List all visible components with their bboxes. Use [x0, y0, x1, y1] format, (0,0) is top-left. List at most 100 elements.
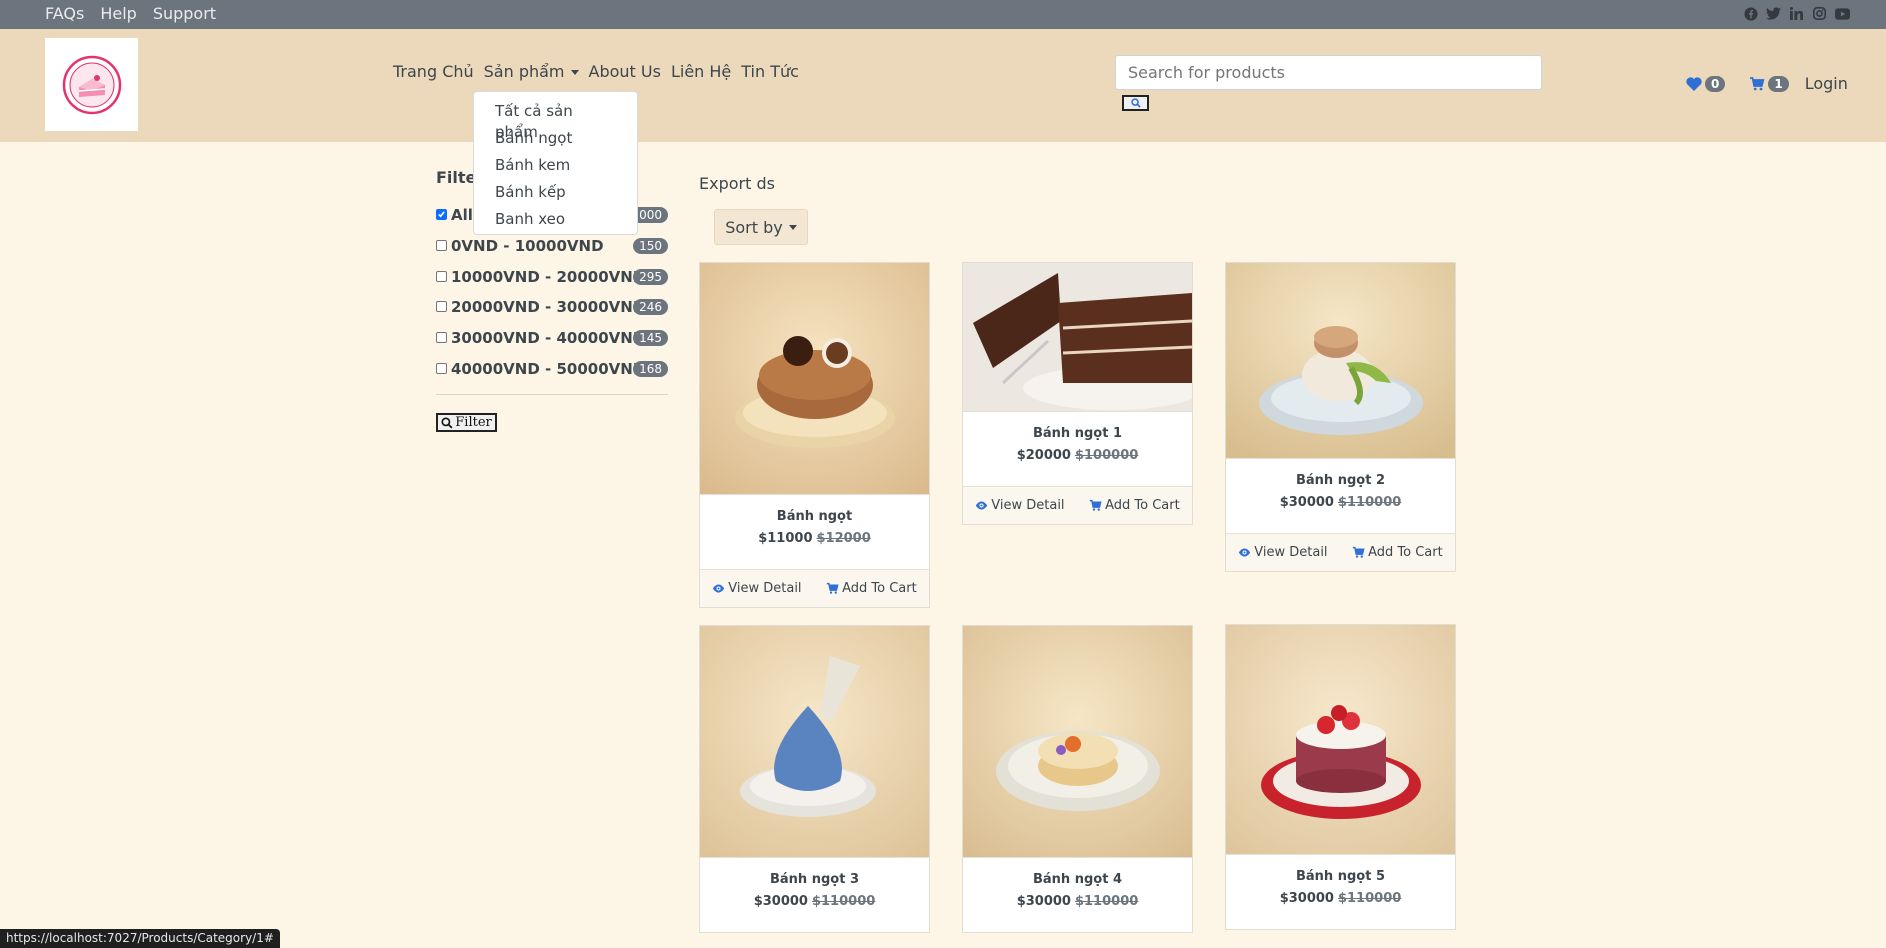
filter-option[interactable]: 40000VND - 50000VND 168: [436, 360, 668, 382]
sort-by-dropdown[interactable]: Sort by: [714, 209, 808, 245]
faqs-link[interactable]: FAQs: [45, 4, 84, 23]
products-dropdown-menu: Tất cả sản phẩm Bánh ngọt Bánh kem Bánh …: [473, 91, 638, 235]
view-detail-button[interactable]: View Detail: [712, 581, 802, 596]
filter-option[interactable]: 10000VND - 20000VND 295: [436, 268, 668, 290]
status-bar-url: https://localhost:7027/Products/Category…: [0, 929, 280, 948]
eye-icon: [975, 499, 988, 512]
view-detail-label: View Detail: [1254, 545, 1328, 560]
product-image[interactable]: [700, 263, 929, 494]
dropdown-item-banh-xeo[interactable]: Banh xeo: [474, 206, 637, 233]
add-to-cart-button[interactable]: Add To Cart: [1352, 545, 1443, 560]
wishlist-count: 0: [1705, 75, 1726, 92]
product-name[interactable]: Bánh ngọt 3: [700, 858, 929, 887]
product-name[interactable]: Bánh ngọt 2: [1226, 459, 1455, 488]
linkedin-icon[interactable]: [1789, 6, 1804, 21]
filter-option-count: 168: [633, 361, 668, 377]
view-detail-button[interactable]: View Detail: [1238, 545, 1328, 560]
product-image[interactable]: [963, 626, 1192, 857]
filter-option-label: 20000VND - 30000VND: [451, 298, 646, 316]
dropdown-item-banh-ngot[interactable]: Bánh ngọt: [474, 125, 637, 152]
product-price: $30000: [1279, 495, 1334, 510]
product-price: $30000: [1016, 894, 1071, 909]
product-card: Bánh ngọt $11000 $12000 View Detail Add T…: [699, 262, 930, 608]
facebook-icon[interactable]: [1743, 6, 1758, 21]
filter-option[interactable]: 30000VND - 40000VND 145: [436, 329, 668, 351]
view-detail-label: View Detail: [728, 581, 802, 596]
add-to-cart-label: Add To Cart: [1105, 498, 1180, 513]
product-name[interactable]: Bánh ngọt 5: [1226, 855, 1455, 884]
filter-option[interactable]: 0VND - 10000VND 150: [436, 237, 668, 259]
cart-icon: [826, 582, 839, 595]
search-icon: [1130, 98, 1141, 108]
nav-products-label: Sản phẩm: [483, 62, 565, 81]
filter-option[interactable]: 20000VND - 30000VND 246: [436, 298, 668, 320]
help-link[interactable]: Help: [100, 4, 136, 23]
support-link[interactable]: Support: [153, 4, 216, 23]
checkbox[interactable]: [436, 363, 447, 374]
cart-icon: [1352, 546, 1365, 559]
product-price: $30000: [1279, 891, 1334, 906]
view-detail-label: View Detail: [991, 498, 1065, 513]
product-old-price: $12000: [816, 531, 871, 546]
view-detail-button[interactable]: View Detail: [975, 498, 1065, 513]
product-image[interactable]: [963, 263, 1192, 411]
cart-icon: [1749, 76, 1765, 92]
nav-products[interactable]: Sản phẩm: [484, 62, 579, 81]
wishlist-button[interactable]: 0: [1686, 75, 1726, 92]
nav-about[interactable]: About Us: [589, 62, 661, 81]
nav-news[interactable]: Tin Tức: [741, 62, 799, 81]
add-to-cart-button[interactable]: Add To Cart: [826, 581, 917, 596]
checkbox[interactable]: [436, 271, 447, 282]
top-bar: FAQs Help Support: [0, 0, 1886, 29]
chevron-down-icon: [788, 224, 797, 230]
add-to-cart-button[interactable]: Add To Cart: [1089, 498, 1180, 513]
product-name[interactable]: Bánh ngọt 4: [963, 858, 1192, 887]
checkbox-checked[interactable]: [436, 209, 447, 220]
checkbox[interactable]: [436, 301, 447, 312]
search-button[interactable]: [1122, 95, 1149, 111]
heart-icon: [1686, 76, 1702, 91]
product-price: $11000: [758, 531, 813, 546]
product-old-price: $110000: [1074, 894, 1139, 909]
product-name[interactable]: Bánh ngọt: [700, 495, 929, 524]
product-image[interactable]: [1226, 263, 1455, 458]
product-old-price: $110000: [1337, 495, 1402, 510]
checkbox[interactable]: [436, 332, 447, 343]
nav-contact[interactable]: Liên Hệ: [671, 62, 731, 81]
chevron-down-icon: [570, 70, 579, 75]
search-input[interactable]: [1115, 55, 1542, 90]
product-card: Bánh ngọt 1 $20000 $100000 View Detail Ad…: [962, 262, 1193, 525]
product-card: Bánh ngọt 5 $30000 $110000: [1225, 624, 1456, 930]
sort-by-label: Sort by: [725, 217, 783, 237]
divider: [436, 394, 668, 395]
filter-option-label: 10000VND - 20000VND: [451, 268, 646, 286]
dropdown-item-banh-kep[interactable]: Bánh kếp: [474, 179, 637, 206]
product-name[interactable]: Bánh ngọt 1: [963, 412, 1192, 441]
login-link[interactable]: Login: [1805, 74, 1848, 93]
cart-button[interactable]: 1: [1749, 75, 1789, 92]
nav-home[interactable]: Trang Chủ: [393, 62, 474, 81]
product-old-price: $110000: [811, 894, 876, 909]
twitter-icon[interactable]: [1766, 6, 1781, 21]
filter-option-count: 145: [633, 330, 668, 346]
product-card: Bánh ngọt 4 $30000 $110000: [962, 625, 1193, 933]
header: Trang Chủ Sản phẩm About Us Liên Hệ Tin …: [0, 29, 1886, 142]
add-to-cart-label: Add To Cart: [1368, 545, 1443, 560]
product-old-price: $110000: [1337, 891, 1402, 906]
product-price: $30000: [753, 894, 808, 909]
filter-button[interactable]: Filter: [436, 413, 497, 432]
product-old-price: $100000: [1074, 448, 1139, 463]
filter-option-count: 150: [633, 238, 668, 254]
logo[interactable]: [45, 38, 138, 131]
export-link[interactable]: Export ds: [699, 174, 775, 193]
product-image[interactable]: [1226, 625, 1455, 854]
checkbox[interactable]: [436, 240, 447, 251]
filter-option-count: 295: [633, 269, 668, 285]
youtube-icon[interactable]: [1835, 6, 1850, 21]
product-image[interactable]: [700, 626, 929, 857]
filter-option-label: 40000VND - 50000VND: [451, 360, 646, 378]
dropdown-item-banh-kem[interactable]: Bánh kem: [474, 152, 637, 179]
instagram-icon[interactable]: [1812, 6, 1827, 21]
dropdown-item-all-products[interactable]: Tất cả sản phẩm: [474, 98, 637, 141]
eye-icon: [1238, 546, 1251, 559]
